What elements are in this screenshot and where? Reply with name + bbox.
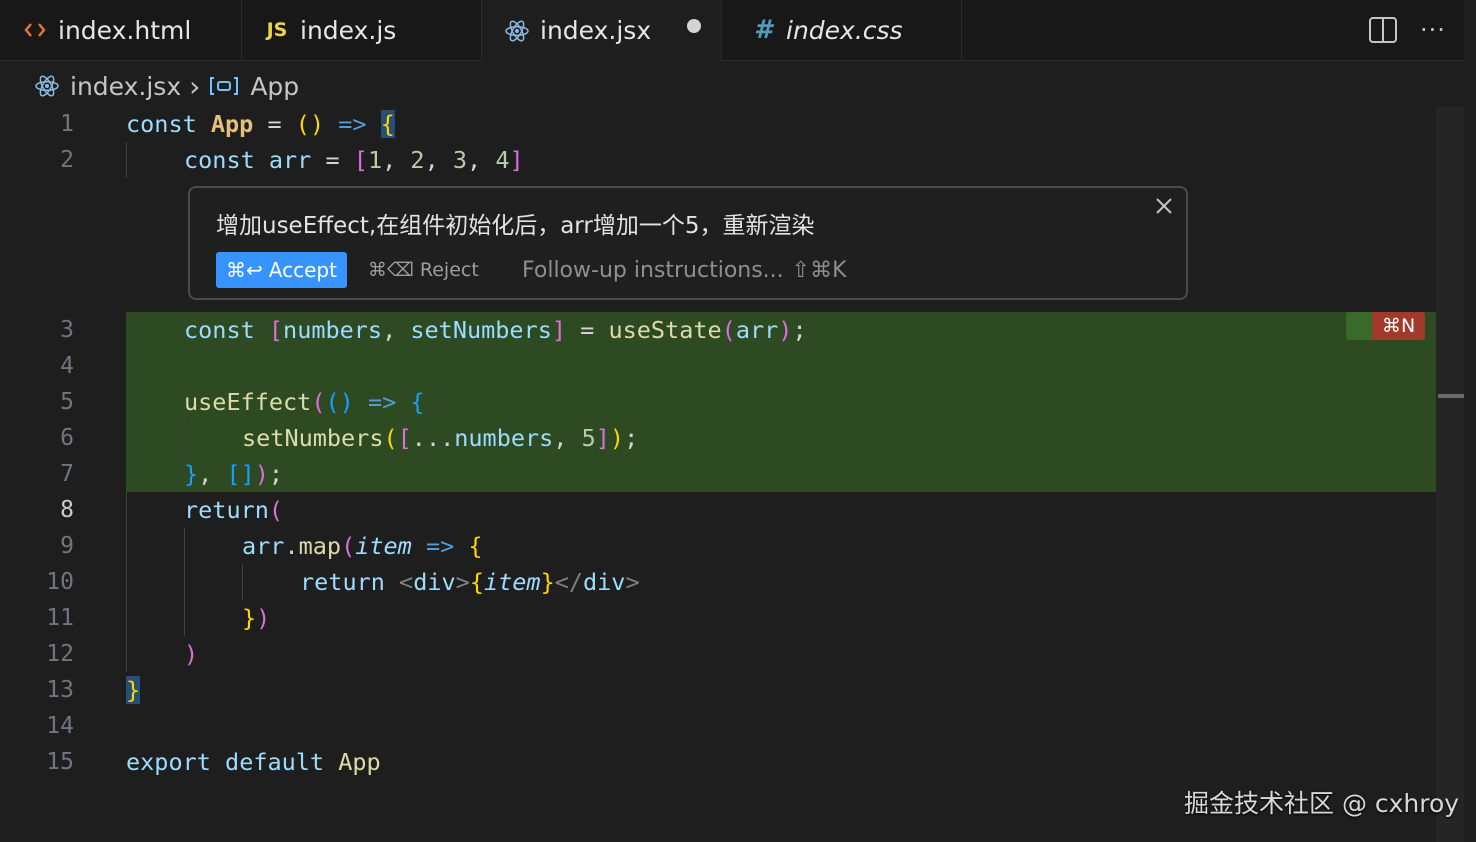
html-brackets-icon [22,17,48,43]
scrollbar-marker [1438,394,1464,398]
line-number: 1 [60,111,74,137]
tab-index-js[interactable]: JS index.js [242,0,482,60]
line-number: 9 [60,533,74,559]
code-line[interactable]: 5 useEffect(() => { [0,384,1436,420]
reject-label: Reject [419,259,479,281]
code-line[interactable]: 6 setNumbers([...numbers, 5]); [0,420,1436,456]
hash-icon: # [753,15,773,45]
code-line[interactable]: 8 return( [0,492,1436,528]
inline-edit-prompt: 增加useEffect,在组件初始化后，arr增加一个5，重新渲染 ⌘↩ Acc… [188,186,1188,300]
react-icon [34,73,60,99]
tab-bar: index.html JS index.js index.jsx # index… [0,0,1464,61]
followup-input[interactable]: Follow-up instructions... ⇧⌘K [522,252,847,288]
tab-label: index.jsx [540,16,652,45]
reject-button[interactable]: ⌘⌫ Reject [368,252,479,288]
code-line[interactable]: 7 }, []); [0,456,1436,492]
code-line[interactable]: 12 ) [0,636,1436,672]
code-text: const App = () => { [126,110,395,138]
code-text: export default App [126,748,381,776]
close-icon[interactable] [1152,194,1176,218]
line-number: 14 [46,713,74,739]
watermark: 掘金技术社区 @ cxhroy [1184,789,1460,818]
line-number: 3 [60,317,74,343]
vertical-scrollbar[interactable] [1436,106,1464,842]
react-icon [504,18,530,44]
code-line[interactable]: 2 const arr = [1, 2, 3, 4] [0,142,1436,178]
line-number: 4 [60,353,74,379]
line-number: 8 [60,497,74,523]
line-number: 12 [46,641,74,667]
line-number: 6 [60,425,74,451]
accept-shortcut: ⌘↩ [226,258,263,282]
code-text: }) [242,604,271,632]
accept-button[interactable]: ⌘↩ Accept [216,252,347,288]
tab-label: index.html [58,15,192,45]
code-line[interactable]: 9 arr.map(item => { [0,528,1436,564]
code-line[interactable]: 10 return <div>{item}</div> [0,564,1436,600]
tab-label: index.js [300,15,397,45]
line-number: 7 [60,461,74,487]
diff-gutter-marker [1346,312,1372,340]
code-text: setNumbers([...numbers, 5]); [242,424,639,452]
code-text: const arr = [1, 2, 3, 4] [184,146,524,174]
code-line[interactable]: 3 const [numbers, setNumbers] = useState… [0,312,1436,348]
line-number: 11 [46,605,74,631]
breadcrumb-symbol[interactable]: App [250,72,299,101]
breadcrumb: index.jsx › App [34,66,299,106]
code-line[interactable]: 14 [0,708,1436,744]
code-text: ) [184,640,199,668]
unsaved-dot-icon[interactable] [687,19,701,33]
js-icon: JS [266,19,288,41]
code-line[interactable]: 13 } [0,672,1436,708]
breadcrumb-file[interactable]: index.jsx [70,72,181,101]
line-number: 2 [60,147,74,173]
line-number: 15 [46,749,74,775]
code-text: return <div>{item}</div> [300,568,640,596]
tab-index-css[interactable]: # index.css [722,0,962,60]
more-actions-icon[interactable]: ··· [1420,16,1452,44]
line-number: 13 [46,677,74,703]
reject-shortcut: ⌘⌫ [368,259,414,281]
code-text: return( [184,496,284,524]
code-text: const [numbers, setNumbers] = useState(a… [184,316,807,344]
code-text: } [126,676,141,704]
followup-shortcut: ⇧⌘K [791,257,847,283]
code-text: }, []); [184,460,284,488]
line-number: 10 [46,569,74,595]
tab-index-html[interactable]: index.html [0,0,242,60]
followup-placeholder: Follow-up instructions... [522,257,784,283]
code-line[interactable]: 15 export default App [0,744,1436,780]
line-number: 5 [60,389,74,415]
next-diff-shortcut-badge[interactable]: ⌘N [1372,312,1426,340]
tab-index-jsx[interactable]: index.jsx [482,0,722,61]
code-line[interactable]: 4 [0,348,1436,384]
code-line[interactable]: 1 const App = () => { [0,106,1436,142]
symbol-variable-icon [208,73,240,99]
prompt-instruction-text: 增加useEffect,在组件初始化后，arr增加一个5，重新渲染 [216,213,815,239]
split-editor-icon[interactable] [1368,16,1398,44]
tab-label: index.css [786,15,903,45]
code-line[interactable]: 11 }) [0,600,1436,636]
chevron-right-icon: › [189,69,201,103]
accept-label: Accept [268,258,337,282]
editor-actions: ··· [1368,0,1452,60]
code-text: arr.map(item => { [242,532,483,560]
code-text: useEffect(() => { [184,388,425,416]
